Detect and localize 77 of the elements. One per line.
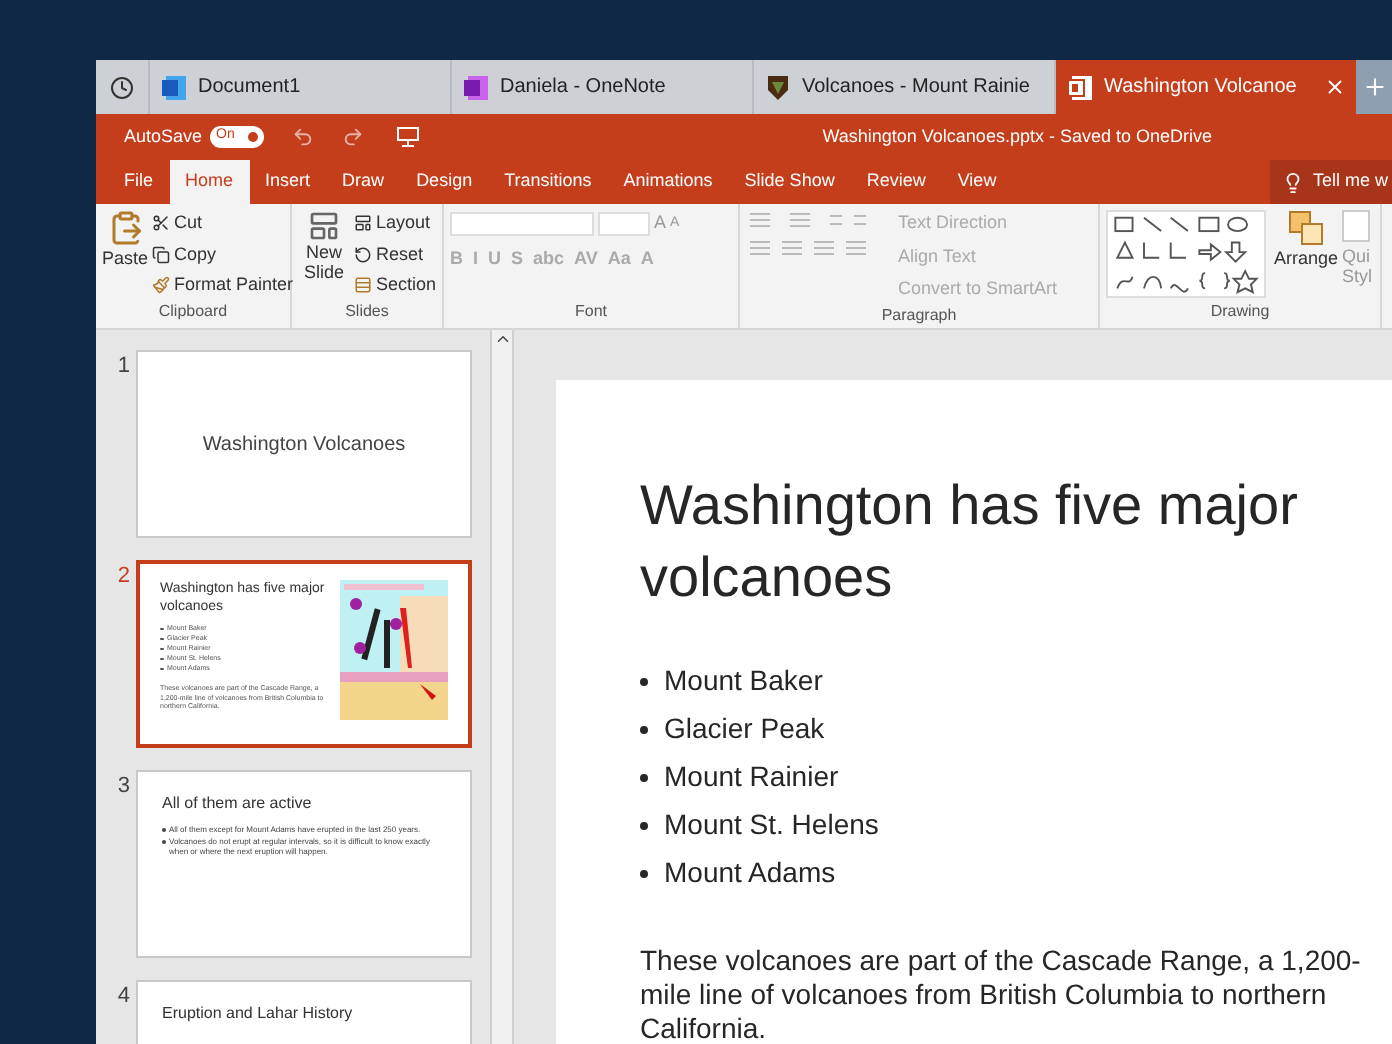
tab-title: Document1	[198, 74, 303, 102]
arrowhead-icon	[764, 73, 792, 101]
notebook-icon	[462, 73, 490, 101]
tell-me-field[interactable]: Tell me w	[1270, 160, 1392, 204]
ribbon-tab[interactable]: Home	[169, 160, 250, 204]
autosave-label: AutoSave	[124, 123, 203, 150]
slide-title: Washington has five major volcanoes	[640, 472, 1300, 612]
close-icon[interactable]	[1324, 76, 1346, 98]
slide-number: 2	[115, 562, 130, 592]
slide-icon	[307, 210, 340, 242]
quick-styles-button[interactable]: Qui Styl	[1342, 210, 1373, 300]
paste-button[interactable]: Paste	[102, 210, 149, 300]
group-label: Clipboard	[156, 300, 230, 324]
thumbnail-title: Eruption and Lahar History	[162, 1002, 355, 1026]
ribbon-tab[interactable]: File	[108, 160, 170, 204]
paintbrush-icon	[152, 276, 171, 295]
new-tab-button[interactable]	[1356, 60, 1392, 114]
ribbon-tab[interactable]: Transitions	[488, 160, 608, 204]
section-icon	[353, 276, 372, 295]
slide-thumbnail[interactable]: Washington Volcanoes	[136, 350, 472, 538]
layout-button[interactable]: Layout	[353, 210, 436, 237]
layout-icon	[353, 214, 372, 233]
document-icon	[160, 73, 188, 101]
slide-thumbnail[interactable]	[136, 770, 472, 958]
browser-tab[interactable]: Washington Volcanoe	[1054, 60, 1356, 114]
bullet-item: Glacier Peak	[664, 710, 825, 748]
group-label: Drawing	[1208, 300, 1272, 324]
undo-icon[interactable]	[292, 126, 315, 148]
scrollbar[interactable]	[490, 330, 514, 1044]
group-label: Paragraph	[879, 303, 959, 328]
tab-title: Daniela - OneNote	[500, 74, 668, 102]
bullet-item: Mount Baker	[664, 662, 823, 700]
reset-icon	[353, 245, 372, 264]
group-label: Slides	[343, 300, 391, 324]
thumbnail-title: All of them are active	[162, 792, 314, 816]
tab-title: Volcanoes - Mount Rainie	[802, 74, 1032, 102]
slide-thumbnail[interactable]	[136, 560, 472, 748]
ribbon-tab[interactable]: View	[941, 160, 1013, 204]
slide-number: 1	[115, 352, 130, 382]
format-painter-button[interactable]: Format Painter	[152, 272, 294, 299]
font-name-field[interactable]	[450, 211, 594, 236]
new-slide-button[interactable]: New Slide	[298, 210, 350, 300]
ribbon-tab[interactable]: Animations	[607, 160, 729, 204]
slide-number: 4	[115, 982, 130, 1012]
arrange-button[interactable]: Arrange	[1274, 210, 1339, 300]
cut-button[interactable]: Cut	[152, 210, 294, 237]
scissors-icon	[152, 214, 171, 233]
copy-button[interactable]: Copy	[152, 241, 294, 268]
tab-title: Washington Volcanoe	[1104, 74, 1299, 102]
lightbulb-icon	[1282, 171, 1305, 193]
plus-icon	[1361, 74, 1387, 100]
slide-thumbnail[interactable]: Eruption and Lahar History	[136, 980, 472, 1044]
shapes-gallery[interactable]	[1106, 210, 1266, 298]
reset-button[interactable]: Reset	[353, 241, 436, 268]
section-button[interactable]: Section	[353, 272, 436, 299]
ribbon-tab[interactable]: Review	[850, 160, 942, 204]
clock-icon	[110, 75, 134, 99]
ribbon-tab[interactable]: Slide Show	[728, 160, 851, 204]
bullet-item: Mount St. Helens	[664, 806, 879, 844]
slides-icon	[1066, 73, 1094, 101]
scroll-up-icon[interactable]	[493, 330, 511, 348]
arrange-icon	[1288, 210, 1325, 246]
font-size-field[interactable]	[598, 211, 650, 236]
bullet-item: Mount Adams	[664, 854, 836, 892]
ribbon-tab[interactable]: Design	[400, 160, 489, 204]
slideshow-icon[interactable]	[396, 126, 421, 148]
ribbon-tab[interactable]: Draw	[326, 160, 401, 204]
bullet-item: Mount Rainier	[664, 758, 839, 796]
copy-icon	[152, 245, 171, 264]
thumbnail-title: Washington Volcanoes	[202, 431, 406, 459]
clipboard-icon	[107, 210, 143, 246]
ribbon-tab[interactable]: Insert	[249, 160, 327, 204]
slide-number: 3	[115, 772, 130, 802]
file-status[interactable]: Washington Volcanoes.pptx - Saved to OneDrive	[822, 123, 1212, 151]
slide-paragraph: These volcanoes are part of the Cascade Range, a 1,200-mile line of volcanoes from British Columbia to northern California.	[640, 944, 1363, 1044]
group-label: Font	[572, 300, 609, 324]
redo-icon[interactable]	[342, 126, 365, 148]
